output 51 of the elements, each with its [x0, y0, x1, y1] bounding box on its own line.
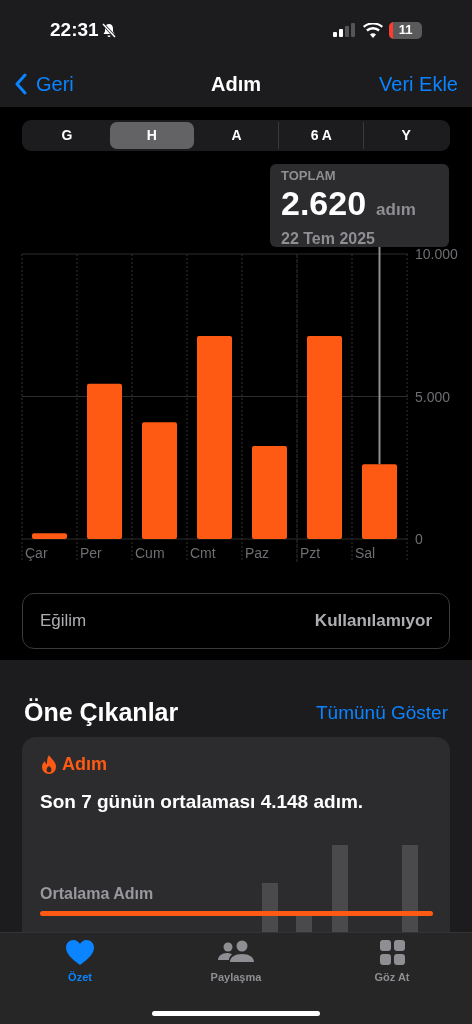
bar[interactable] — [32, 533, 67, 539]
clock-time: 22:31 — [50, 17, 99, 42]
segment-tab[interactable]: G — [25, 122, 109, 149]
tab-bar-item[interactable]: Özet — [40, 940, 120, 986]
bar[interactable] — [87, 383, 122, 539]
heart-icon — [66, 940, 94, 965]
axis-label: 0 — [415, 531, 423, 547]
tooltip-unit: adım — [376, 199, 416, 221]
axis-label: Sal — [355, 545, 376, 561]
bar[interactable] — [307, 336, 342, 539]
axis-label: Paz — [245, 545, 270, 561]
axis-label: 10.000 — [415, 246, 458, 262]
bar[interactable] — [142, 422, 177, 539]
tooltip-date: 22 Tem 2025 — [281, 229, 376, 249]
screen-title: Adım — [211, 71, 261, 97]
bar[interactable] — [197, 336, 232, 539]
section-title: Öne Çıkanlar — [24, 697, 179, 729]
bar[interactable] — [252, 446, 287, 539]
back-button[interactable]: Geri — [14, 68, 74, 99]
axis-label: Çar — [25, 545, 48, 561]
show-all-link[interactable]: Tümünü Göster — [316, 698, 448, 728]
segment-tab[interactable]: 6 A — [279, 122, 364, 149]
bell-muted-icon — [100, 22, 117, 38]
card-summary: Son 7 günün ortalaması 4.148 adım. — [40, 790, 365, 814]
signal-icon — [333, 23, 357, 37]
segment-tab[interactable]: H — [109, 122, 194, 149]
card-category: Adım — [62, 753, 107, 776]
bar[interactable] — [362, 464, 397, 539]
battery-indicator: 11 — [389, 21, 422, 39]
trend-label: Eğilim — [40, 610, 87, 633]
axis-label: Cum — [135, 545, 165, 561]
axis-label: Per — [80, 545, 102, 561]
trend-row[interactable]: Eğilim Kullanılamıyor — [22, 593, 450, 649]
axis-label: Cmt — [190, 545, 216, 561]
flame-icon — [40, 754, 59, 775]
axis-label: 5.000 — [415, 388, 451, 405]
metric-label: Ortalama Adım — [40, 884, 154, 904]
chevron-left-icon — [14, 72, 28, 95]
people-icon — [218, 940, 254, 965]
segment-tab[interactable]: A — [194, 122, 279, 149]
tooltip-heading: TOPLAM — [281, 167, 337, 184]
tab-bar-item[interactable]: Göz At — [352, 940, 432, 986]
highlight-card[interactable]: Adım Son 7 günün ortalaması 4.148 adım. Ortalama Adım — [22, 737, 450, 932]
axis-label: Pzt — [300, 545, 321, 561]
grid-icon — [379, 940, 405, 965]
wifi-icon — [363, 22, 383, 38]
tooltip-value: 2.620 — [281, 184, 367, 222]
trend-value: Kullanılamıyor — [314, 610, 432, 633]
tab-bar-item[interactable]: Paylaşma — [196, 940, 276, 986]
add-data-button[interactable]: Veri Ekle — [379, 68, 458, 99]
segment-tab[interactable]: Y — [364, 122, 448, 149]
